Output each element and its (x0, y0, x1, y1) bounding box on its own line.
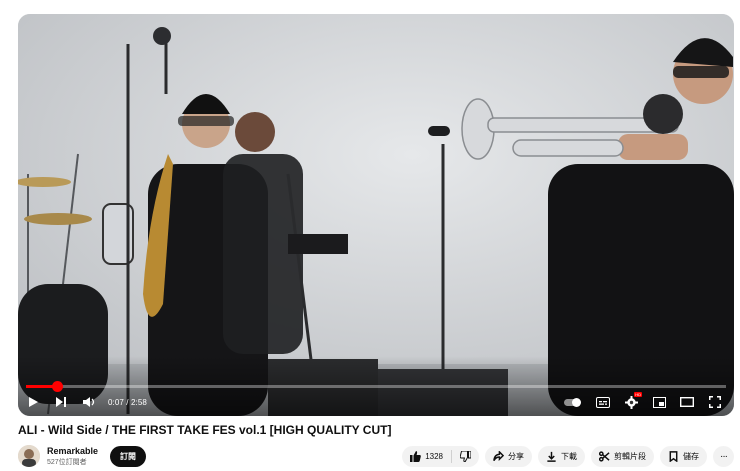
download-icon (547, 451, 556, 462)
player-controls: 0:07 / 2:58 HD (18, 388, 734, 416)
like-count: 1328 (425, 451, 443, 461)
save-label: 儲存 (683, 451, 699, 461)
share-icon (493, 450, 504, 461)
download-button[interactable]: 下載 (538, 445, 585, 467)
video-player[interactable]: 0:07 / 2:58 HD (18, 14, 734, 416)
time-display: 0:07 / 2:58 (108, 397, 147, 407)
share-label: 分享 (508, 451, 524, 461)
subtitles-button[interactable] (590, 389, 616, 415)
thumbs-up-icon (410, 450, 422, 462)
play-button[interactable] (20, 389, 46, 415)
channel-action-row: Remarkable 527位訂閱者 訂閱 1328 分享 下載 剪輯片段 儲存… (18, 443, 734, 469)
gear-icon (624, 395, 638, 409)
bookmark-icon (669, 450, 678, 462)
like-dislike-group: 1328 (402, 445, 479, 467)
clip-button[interactable]: 剪輯片段 (591, 445, 654, 467)
play-icon (29, 397, 38, 407)
like-button[interactable]: 1328 (402, 446, 451, 467)
download-label: 下載 (561, 451, 577, 461)
more-actions-button[interactable]: ··· (713, 445, 734, 467)
next-button[interactable] (48, 389, 74, 415)
thumbs-down-icon (460, 450, 471, 462)
dislike-button[interactable] (452, 446, 479, 467)
subtitles-icon (596, 396, 610, 408)
action-buttons: 1328 分享 下載 剪輯片段 儲存 ··· (402, 445, 734, 467)
hd-badge: HD (634, 392, 642, 397)
current-time: 0:07 (108, 397, 124, 407)
share-button[interactable]: 分享 (485, 445, 532, 467)
skip-next-icon (56, 397, 66, 407)
subscriber-count: 527位訂閱者 (47, 458, 87, 466)
channel-name[interactable]: Remarkable (47, 446, 98, 456)
miniplayer-icon (652, 396, 666, 408)
scissors-icon (599, 450, 610, 462)
channel-info: Remarkable 527位訂閱者 (47, 446, 98, 467)
volume-button[interactable] (76, 389, 102, 415)
save-button[interactable]: 儲存 (660, 445, 707, 467)
autoplay-toggle[interactable] (564, 397, 581, 407)
duration: 2:58 (130, 397, 147, 407)
fullscreen-button[interactable] (702, 389, 728, 415)
miniplayer-button[interactable] (646, 389, 672, 415)
volume-icon (82, 397, 94, 407)
clip-label: 剪輯片段 (614, 451, 646, 461)
avatar-image (18, 445, 40, 467)
theater-icon (680, 397, 694, 407)
video-title: ALI - Wild Side / THE FIRST TAKE FES vol… (18, 423, 392, 437)
subscribe-button[interactable]: 訂閱 (110, 445, 147, 467)
settings-button[interactable]: HD (618, 389, 644, 415)
theater-mode-button[interactable] (674, 389, 700, 415)
channel-avatar[interactable] (18, 445, 40, 467)
fullscreen-icon (709, 396, 721, 408)
